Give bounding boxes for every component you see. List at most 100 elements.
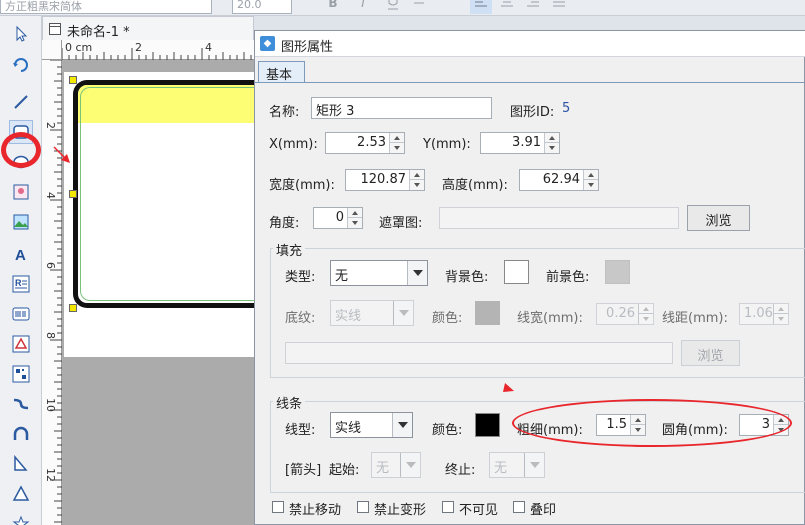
resize-handle-bottom-left[interactable] (69, 304, 77, 312)
tool-barcode[interactable] (9, 302, 33, 326)
checkbox-lock-move[interactable]: 禁止移动 (272, 499, 341, 518)
line-corner-spinner[interactable] (773, 415, 788, 435)
x-label: X(mm): (269, 137, 318, 152)
arrow-start-select[interactable]: 无 (371, 452, 421, 478)
barcode-icon (12, 307, 30, 321)
width-label: 宽度(mm): (269, 178, 335, 193)
document-title: 未命名-1 * (67, 25, 130, 40)
y-spinner[interactable] (544, 133, 559, 153)
tool-rectangle[interactable] (9, 120, 33, 144)
italic-button[interactable]: I (352, 0, 374, 14)
bold-button[interactable]: B (322, 0, 344, 14)
height-label: 高度(mm): (442, 178, 508, 193)
align-right-button[interactable] (522, 0, 544, 14)
fill-line-width-spinner[interactable] (638, 304, 653, 324)
tab-underline (255, 82, 805, 83)
star-icon (12, 515, 30, 525)
font-size-select[interactable]: 20.0 (232, 0, 292, 14)
align-justify-button[interactable] (548, 0, 570, 14)
design-canvas[interactable]: 0 cm 2 4 2 4 6 8 10 12 (42, 40, 255, 525)
underline-icon (388, 0, 398, 10)
x-input[interactable]: 2.53 (325, 132, 405, 154)
checkbox-lock-resize-label: 禁止变形 (374, 503, 427, 518)
arrow-end-value: 无 (494, 461, 508, 476)
checkbox-invisible[interactable]: 不可见 (442, 499, 498, 518)
rotate-icon (13, 58, 28, 72)
width-spinner[interactable] (409, 170, 424, 190)
fill-type-select[interactable]: 无 (330, 260, 428, 286)
vertical-ruler-ticks (50, 60, 62, 523)
line-thickness-value: 1.5 (606, 417, 627, 432)
font-family-select[interactable]: 方正粗黑宋简体 (0, 0, 212, 14)
document-tab[interactable]: 未命名-1 * (42, 16, 254, 40)
resize-handle-middle-left[interactable] (69, 190, 77, 198)
chevron-down-icon (407, 261, 427, 285)
angle-spinner[interactable] (347, 208, 362, 228)
height-value: 62.94 (542, 172, 580, 187)
tool-polygon[interactable] (9, 452, 33, 476)
shape-id-value: 5 (562, 101, 571, 116)
underline-button[interactable] (382, 0, 404, 14)
y-input[interactable]: 3.91 (480, 132, 560, 154)
fill-fg-swatch[interactable] (605, 260, 630, 284)
rounded-rectangle-shape[interactable] (73, 80, 255, 308)
mask-image-input[interactable] (439, 207, 679, 229)
tool-picture[interactable] (9, 210, 33, 234)
x-spinner[interactable] (389, 133, 404, 153)
tool-multiline-text[interactable]: R (9, 272, 33, 296)
fill-bg-swatch[interactable] (504, 260, 529, 284)
svg-text:A: A (15, 247, 26, 263)
arrow-end-select[interactable]: 无 (489, 452, 545, 478)
height-spinner[interactable] (583, 170, 598, 190)
align-left-button[interactable] (470, 0, 492, 14)
fill-image-path-input[interactable] (285, 342, 673, 364)
tool-triangle[interactable] (9, 482, 33, 506)
tab-basic-label: 基本 (266, 68, 293, 83)
fill-pattern-label: 底纹: (285, 311, 316, 326)
tool-ellipse[interactable] (9, 150, 33, 174)
tab-basic[interactable]: 基本 (258, 61, 305, 83)
tool-arc[interactable] (9, 422, 33, 446)
tool-curve[interactable] (9, 392, 33, 416)
resize-handle-top-left[interactable] (69, 76, 77, 84)
tool-image[interactable] (9, 180, 33, 204)
checkbox-overprint[interactable]: 叠印 (513, 499, 556, 518)
dialog-title-bar[interactable]: ◆ 图形属性 (255, 31, 805, 57)
line-color-swatch[interactable] (475, 413, 500, 437)
fill-line-gap-value: 1.06 (744, 306, 773, 321)
fill-line-gap-input[interactable]: 1.06 (739, 303, 789, 325)
svg-text:R: R (15, 278, 22, 288)
mask-label: 遮罩图: (379, 216, 423, 231)
fill-line-gap-spinner[interactable] (773, 304, 788, 324)
width-input[interactable]: 120.87 (345, 169, 425, 191)
angle-input[interactable]: 0 (313, 207, 363, 229)
tool-text[interactable]: A (9, 242, 33, 266)
ruler-corner (42, 40, 62, 60)
tool-line[interactable] (9, 90, 33, 114)
align-left-icon (475, 1, 487, 7)
tool-pan[interactable] (9, 52, 33, 76)
tool-star[interactable] (9, 512, 33, 525)
tool-select[interactable] (9, 22, 33, 46)
format-toolbar: 方正粗黑宋简体 20.0 B I (0, 0, 805, 16)
strike-button[interactable] (408, 0, 430, 14)
fill-browse-button[interactable]: 浏览 (681, 340, 740, 366)
triangle-icon (12, 485, 30, 501)
line-corner-input[interactable]: 3 (739, 414, 789, 436)
height-input[interactable]: 62.94 (519, 169, 599, 191)
align-center-button[interactable] (496, 0, 518, 14)
line-thickness-spinner[interactable] (630, 415, 645, 435)
chevron-down-icon (524, 453, 544, 477)
fill-color-swatch[interactable] (475, 301, 500, 325)
line-type-select[interactable]: 实线 (330, 412, 413, 438)
name-input[interactable]: 矩形 3 (311, 97, 492, 119)
tool-data-matrix[interactable] (9, 362, 33, 386)
fill-pattern-select[interactable]: 实线 (330, 300, 414, 326)
tool-qrcode[interactable] (9, 332, 33, 356)
mask-browse-button[interactable]: 浏览 (687, 205, 750, 231)
y-value: 3.91 (512, 135, 541, 150)
document-icon (49, 23, 61, 35)
fill-line-width-input[interactable]: 0.26 (596, 303, 654, 325)
checkbox-lock-resize[interactable]: 禁止变形 (357, 499, 426, 518)
line-thickness-input[interactable]: 1.5 (596, 414, 646, 436)
